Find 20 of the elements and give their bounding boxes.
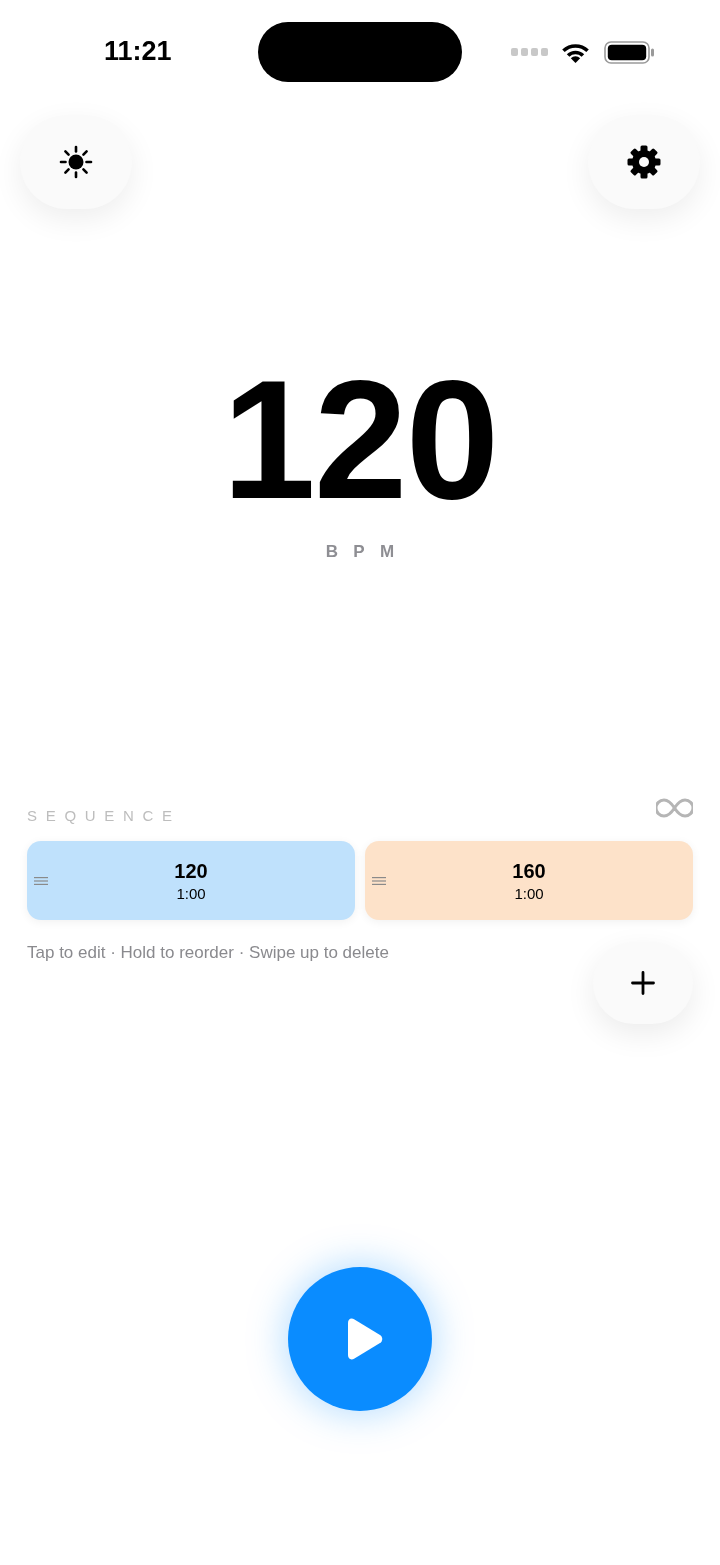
sequence-card[interactable]: 160 1:00 (365, 841, 693, 920)
settings-icon (627, 145, 661, 179)
segment-bpm: 120 (174, 860, 208, 881)
sequence-title: SEQUENCE (27, 808, 181, 823)
tempo-value: 120 (222, 356, 498, 524)
sequence-card[interactable]: 120 1:00 (27, 841, 355, 920)
segment-duration: 1:00 (176, 885, 206, 901)
plus-icon (631, 971, 655, 995)
signal-icon (511, 48, 548, 56)
status-time: 11:21 (104, 35, 172, 66)
segment-duration: 1:00 (514, 885, 544, 901)
tempo-unit: BPM (324, 543, 410, 560)
sun-icon (59, 145, 93, 179)
segment-bpm: 160 (512, 860, 546, 881)
hint-text: Tap to edit · Hold to reorder · Swipe up to delete (27, 944, 389, 961)
infinity-icon[interactable] (656, 798, 693, 818)
drag-handle-icon[interactable] (34, 876, 48, 885)
wifi-icon (560, 41, 591, 63)
drag-handle-icon[interactable] (372, 876, 386, 885)
battery-icon (604, 40, 655, 64)
